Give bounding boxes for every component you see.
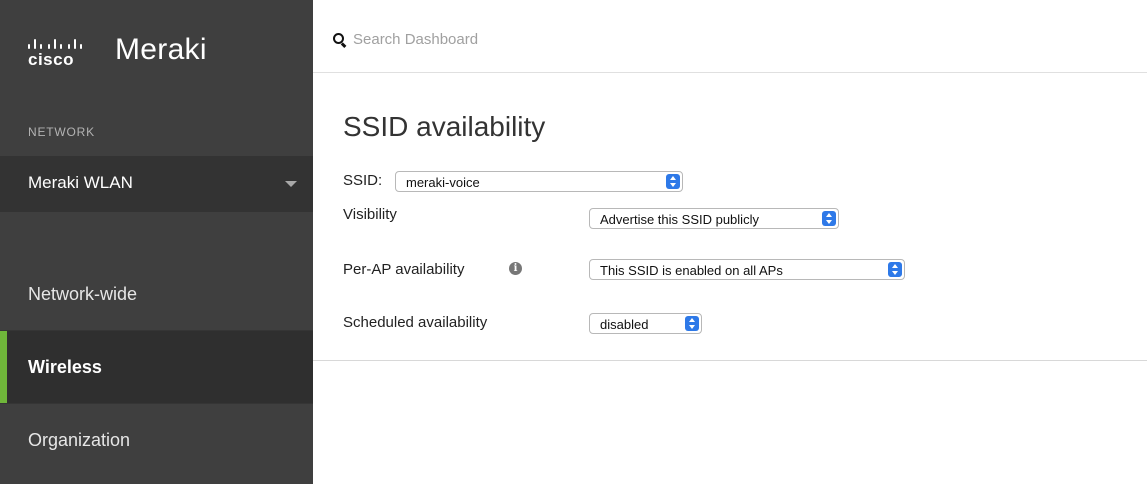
network-selector-label: Meraki WLAN [28,173,133,192]
cisco-wordmark: cisco [28,50,74,69]
up-down-stepper-icon [666,174,680,189]
sidebar-item-label: Network-wide [28,284,138,304]
ssid-select-value: meraki-voice [406,175,480,190]
visibility-select-value: Advertise this SSID publicly [600,212,759,227]
product-name: Meraki [115,33,207,66]
scheduled-availability-label: Scheduled availability [343,314,488,331]
sidebar: cisco Meraki NETWORK Meraki WLAN Network… [0,0,313,484]
per-ap-availability-select-value: This SSID is enabled on all APs [600,263,783,278]
up-down-stepper-icon [685,316,699,331]
info-icon[interactable]: i [509,262,522,275]
sidebar-item-label: Organization [28,430,131,450]
scheduled-availability-select[interactable]: disabled [589,313,702,334]
search-icon[interactable] [333,33,347,48]
sidebar-item-network-wide[interactable]: Network-wide [0,258,313,330]
up-down-stepper-icon [888,262,902,277]
chevron-down-icon [285,181,297,187]
scheduled-availability-select-value: disabled [600,317,649,332]
ssid-label: SSID: [343,172,383,189]
page-title: SSID availability [343,111,546,142]
cisco-logo: cisco [28,33,98,73]
active-indicator [0,331,7,403]
content-divider [313,360,1147,361]
sidebar-item-label: Wireless [28,357,102,377]
per-ap-availability-label: Per-AP availability [343,261,465,278]
network-section-label: NETWORK [28,125,95,139]
per-ap-availability-select[interactable]: This SSID is enabled on all APs [589,259,905,280]
ssid-select[interactable]: meraki-voice [395,171,683,192]
brand-logo[interactable]: cisco Meraki [0,0,313,100]
sidebar-item-wireless[interactable]: Wireless [0,331,313,403]
search-input[interactable] [353,24,953,54]
visibility-label: Visibility [343,206,397,223]
sidebar-item-organization[interactable]: Organization [0,404,313,476]
cisco-bars-icon [28,33,98,49]
visibility-select[interactable]: Advertise this SSID publicly [589,208,839,229]
up-down-stepper-icon [822,211,836,226]
network-selector[interactable]: Meraki WLAN [0,156,313,212]
top-bar [313,0,1147,73]
